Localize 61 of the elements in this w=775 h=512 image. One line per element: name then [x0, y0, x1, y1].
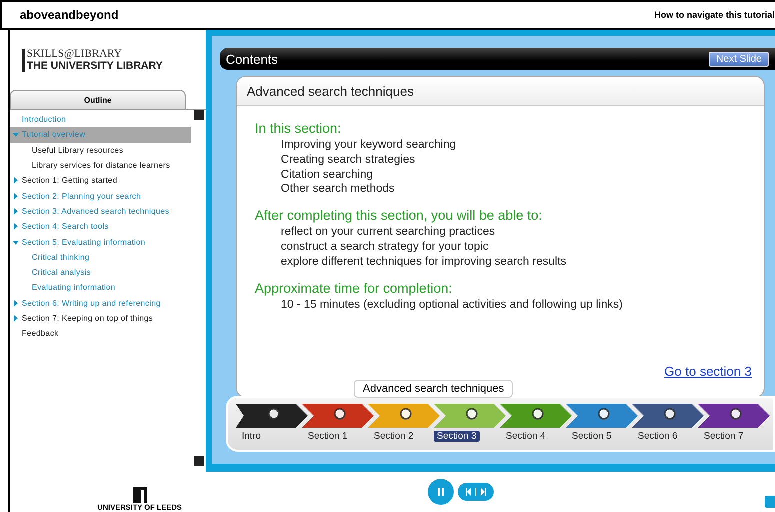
outline-item[interactable]: Section 6: Writing up and referencing	[10, 296, 191, 311]
outline-item[interactable]: Section 5: Evaluating information	[10, 234, 191, 250]
list-line: 10 - 15 minutes (excluding optional activities and following up links)	[280, 298, 624, 312]
outline-tab[interactable]: Outline	[10, 90, 186, 109]
step-label[interactable]: Section 4	[503, 431, 549, 442]
contents-title: Contents	[226, 52, 278, 66]
pause-button[interactable]	[428, 479, 454, 505]
step-label[interactable]: Section 6	[635, 431, 681, 442]
step-label[interactable]: Section 2	[371, 431, 417, 442]
site-title: aboveandbeyond	[20, 8, 119, 22]
step-label[interactable]: Section 7	[701, 431, 747, 442]
outline-item[interactable]: Library services for distance learners	[10, 158, 191, 174]
chevron-icon[interactable]	[698, 404, 770, 428]
outline-item[interactable]: Evaluating information	[10, 280, 191, 296]
outline-item[interactable]: Section 1: Getting started	[10, 173, 191, 188]
outline-item[interactable]: Section 4: Search tools	[10, 219, 191, 234]
tooltip: Advanced search techniques	[354, 380, 514, 398]
step-label[interactable]: Intro	[239, 431, 264, 442]
section-heading: After completing this section, you will be able to:	[255, 207, 544, 226]
step-label[interactable]: Section 1	[305, 431, 351, 442]
slide-title: Advanced search techniques	[247, 84, 414, 98]
caret-right-icon[interactable]	[13, 223, 19, 230]
outline-item[interactable]: Critical thinking	[10, 250, 191, 265]
tower-icon	[132, 487, 147, 503]
chevron-icon[interactable]	[566, 404, 638, 428]
outline-item[interactable]: Useful Library resources	[10, 142, 191, 158]
chevron-icon[interactable]	[500, 404, 572, 428]
caret-right-icon[interactable]	[13, 315, 19, 322]
section-heading: Approximate time for completion:	[255, 280, 454, 298]
chevron-icon[interactable]	[302, 404, 374, 428]
skip-buttons[interactable]	[458, 483, 494, 501]
outline-item[interactable]: Critical analysis	[10, 264, 191, 280]
section-link[interactable]: Go to section 3	[664, 364, 752, 379]
caret-right-icon[interactable]	[13, 177, 19, 184]
help-link[interactable]: How to navigate this tutorial	[654, 10, 775, 20]
list-line: Citation searching	[280, 168, 374, 182]
outline-item[interactable]: Introduction	[10, 112, 191, 128]
outline-item[interactable]: Section 7: Keeping on top of things	[10, 310, 191, 326]
list-line: Other search methods	[280, 182, 396, 198]
section-heading: In this section:	[255, 120, 342, 138]
outline-item[interactable]: Section 3: Advanced search techniques	[10, 204, 191, 220]
caret-right-icon[interactable]	[13, 300, 19, 307]
chevron-icon[interactable]	[632, 404, 704, 428]
outline-item[interactable]: Feedback	[10, 326, 191, 342]
step-label[interactable]: Section 5	[569, 431, 615, 442]
list-line: Creating search strategies	[280, 152, 416, 168]
outline-item[interactable]: Section 2: Planning your search	[10, 188, 191, 204]
chevron-icon[interactable]	[236, 404, 308, 428]
list-line: Improving your keyword searching	[280, 138, 458, 153]
list-line: construct a search strategy for your topic	[280, 240, 490, 255]
caret-down-icon[interactable]	[13, 238, 19, 246]
skip-icon[interactable]	[464, 488, 486, 496]
list-line: explore different techniques for improving search results	[280, 254, 568, 270]
chevron-icon[interactable]	[368, 404, 440, 428]
list-line: reflect on your current searching practices	[280, 225, 496, 240]
chevron-icon[interactable]	[434, 404, 506, 428]
caret-right-icon[interactable]	[13, 192, 19, 200]
step-label[interactable]: Section 3	[434, 431, 480, 442]
caret-right-icon[interactable]	[13, 208, 19, 215]
library-logo: SKILLS@LIBRARY THE UNIVERSITY LIBRARY	[22, 48, 163, 72]
pause-icon[interactable]	[436, 488, 444, 496]
